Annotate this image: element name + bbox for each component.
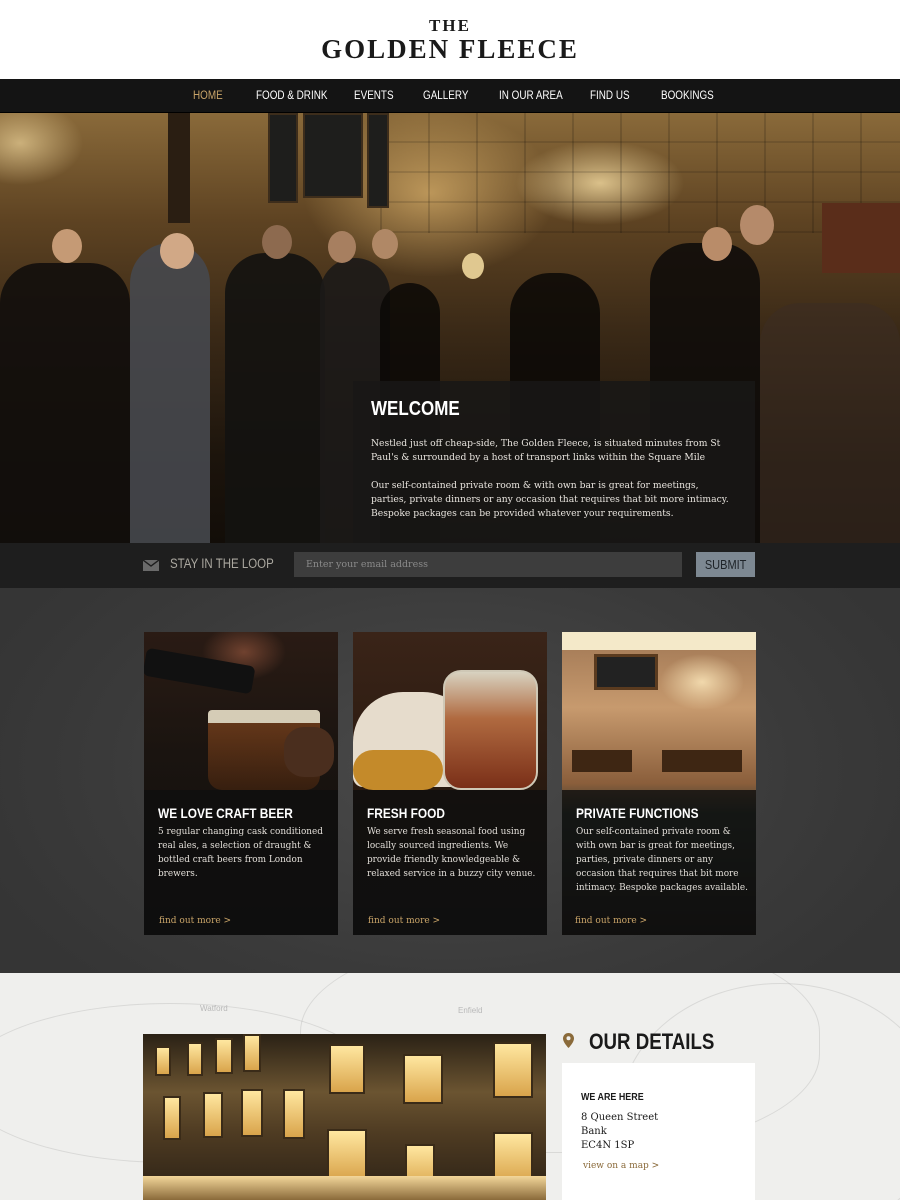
envelope-icon <box>143 560 159 571</box>
card-title: PRIVATE FUNCTIONS <box>576 805 699 821</box>
pub-exterior-image <box>143 1034 546 1200</box>
window <box>403 1054 443 1104</box>
nav-item-bookings[interactable]: BOOKINGS <box>661 79 714 113</box>
bread-roll <box>353 750 443 790</box>
hero-crowd-silhouette <box>0 263 130 543</box>
submit-button[interactable]: SUBMIT <box>696 552 755 577</box>
address-line: EC4N 1SP <box>581 1140 635 1151</box>
window <box>243 1034 261 1072</box>
nav-item-find-us[interactable]: FIND US <box>590 79 630 113</box>
window <box>215 1038 233 1074</box>
we-are-here-title: WE ARE HERE <box>581 1091 644 1103</box>
window <box>493 1042 533 1098</box>
hero-chalkboard <box>268 113 298 203</box>
hero-crowd-silhouette <box>225 253 325 543</box>
window <box>155 1046 171 1076</box>
hero-chalkboard <box>367 113 389 208</box>
logo-top-text[interactable]: THE <box>0 16 900 36</box>
hero-crowd-silhouette <box>760 303 900 543</box>
card-title: FRESH FOOD <box>367 805 446 821</box>
map-label-watford: Watford <box>200 1004 228 1013</box>
nav-item-events[interactable]: EVENTS <box>354 79 394 113</box>
welcome-title: WELCOME <box>371 398 460 420</box>
hero-banner: WELCOME Nestled just off cheap-side, The… <box>0 113 900 543</box>
address-line: 8 Queen Street <box>581 1112 659 1123</box>
hero-person-head <box>740 205 774 245</box>
window <box>203 1092 223 1138</box>
welcome-paragraph-1: Nestled just off cheap-side, The Golden … <box>371 438 721 463</box>
window <box>163 1096 181 1140</box>
main-nav: HOME FOOD & DRINK EVENTS GALLERY IN OUR … <box>0 79 900 113</box>
hero-person-head <box>160 233 194 269</box>
submit-button-label: SUBMIT <box>704 557 747 572</box>
hero-crowd-silhouette <box>130 243 210 543</box>
beer-bottle <box>144 647 256 695</box>
address-line: Bank <box>581 1126 607 1137</box>
hero-person-head <box>372 229 398 259</box>
hero-pillar <box>168 113 190 223</box>
site-header: THE GOLDEN FLEECE <box>0 0 900 79</box>
card-text: Our self-contained private room & with o… <box>576 827 748 893</box>
feature-card-craft-beer[interactable]: WE LOVE CRAFT BEER 5 regular changing ca… <box>144 632 338 935</box>
feature-card-private-functions[interactable]: PRIVATE FUNCTIONS Our self-contained pri… <box>562 632 756 935</box>
nav-item-gallery[interactable]: GALLERY <box>423 79 468 113</box>
hero-person-head <box>52 229 82 263</box>
find-out-more-link[interactable]: find out more > <box>159 916 231 926</box>
find-out-more-link[interactable]: find out more > <box>368 916 440 926</box>
window <box>187 1042 203 1076</box>
window <box>283 1089 305 1139</box>
card-text: We serve fresh seasonal food using local… <box>367 827 536 879</box>
address-card: WE ARE HERE 8 Queen Street Bank EC4N 1SP… <box>562 1063 755 1200</box>
feature-card-fresh-food[interactable]: FRESH FOOD We serve fresh seasonal food … <box>353 632 547 935</box>
window <box>329 1044 365 1094</box>
table <box>662 750 742 772</box>
hero-person-head <box>462 253 484 279</box>
newsletter-label: STAY IN THE LOOP <box>170 556 274 571</box>
logo-main-text[interactable]: GOLDEN FLEECE <box>0 34 900 65</box>
table <box>572 750 632 772</box>
card-title: WE LOVE CRAFT BEER <box>158 805 293 821</box>
jar <box>443 670 538 790</box>
shopfront-lights <box>143 1176 546 1200</box>
details-section: Watford Enfield OUR DETAILS WE ARE HERE … <box>0 973 900 1200</box>
view-on-map-link[interactable]: view on a map > <box>583 1161 659 1171</box>
nav-item-home[interactable]: HOME <box>193 79 223 113</box>
email-input[interactable] <box>294 552 682 577</box>
hero-chalkboard <box>303 113 363 198</box>
newsletter-bar: STAY IN THE LOOP SUBMIT <box>0 543 900 588</box>
map-pin-icon <box>563 1033 574 1052</box>
hero-wall-panel <box>822 203 900 273</box>
nav-item-in-our-area[interactable]: IN OUR AREA <box>499 79 563 113</box>
hand <box>284 727 334 777</box>
card-text: 5 regular changing cask conditioned real… <box>158 827 323 879</box>
map-label-enfield: Enfield <box>458 1006 483 1015</box>
welcome-panel: WELCOME Nestled just off cheap-side, The… <box>353 381 755 543</box>
hero-person-head <box>702 227 732 261</box>
window <box>327 1129 367 1181</box>
window <box>241 1089 263 1137</box>
hero-person-head <box>328 231 356 263</box>
wall-chalkboard <box>594 654 658 690</box>
nav-item-food-drink[interactable]: FOOD & DRINK <box>256 79 327 113</box>
find-out-more-link[interactable]: find out more > <box>575 916 647 926</box>
welcome-paragraph-2: Our self-contained private room & with o… <box>371 480 729 519</box>
details-title: OUR DETAILS <box>589 1029 715 1054</box>
hero-person-head <box>262 225 292 259</box>
features-section: WE LOVE CRAFT BEER 5 regular changing ca… <box>0 588 900 973</box>
